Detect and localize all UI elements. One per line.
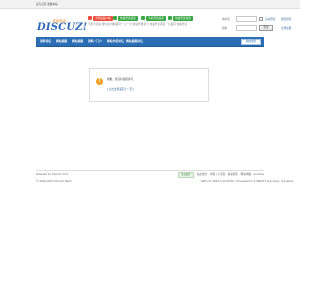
stats-badge[interactable]: 站长统计 [178,172,194,178]
remember-checkbox[interactable] [259,17,263,21]
remember-label: 自动登录 [265,18,276,21]
quicklink-1[interactable]: 手机版客户端 手机手机版 微信客户端 [88,16,115,26]
qrcode-icon [168,16,172,20]
login-password-row: 密码 登录 立即注册 [222,25,298,32]
main-nav: 资料论坛 网站视频 网站视频 资料／门户 网站作者论坛 网站视频论坛 站内搜索 [36,37,264,47]
quicklink-2-sub: 扫描同一 扫一扫 快速登录 [113,23,144,26]
quicklink-3-tag: 手机登录通道 [146,16,166,21]
nav-item-4[interactable]: 资料／门户 [88,39,102,43]
password-input[interactable] [236,25,257,31]
back-link[interactable]: [ 点击这里返回上一页 ] [107,88,134,91]
quicklink-4[interactable]: 快速登录通道 扫描同 快速登录 [168,16,193,26]
site-logo[interactable]: 北京站点 DISCUZ! [36,14,87,36]
quicklink-1-sub: 手机手机版 微信客户端 [88,23,115,26]
quicklink-4-sub: 扫描同 快速登录 [168,23,187,26]
footer-time: GMT+8, 2024-3-12 08:10 , Processed in 0.… [201,180,295,183]
quicklink-2-tag: 快速登录通道 [118,16,138,21]
footer-copyright: © 2001-2017 Discuz! Team. [36,180,73,183]
notice-message: 抱歉，您没有权限访问 [107,78,133,81]
mobile-icon [141,16,145,20]
nav-search-button[interactable]: 站内搜索 [241,39,261,45]
topbar-links[interactable]: 设为首页 收藏本站 [36,3,58,6]
login-username-row: 用户名 自动登录 找回密码 [222,16,298,23]
quicklink-3[interactable]: 手机登录通道 手机号 快速登录通道 [141,16,166,26]
password-label: 密码 [222,27,228,30]
quicklink-2[interactable]: 快速登录通道 扫描同一 扫一扫 快速登录 [113,16,143,26]
wechat-icon [113,16,117,20]
phone-icon [88,16,92,20]
quicklink-4-tag: 快速登录通道 [173,16,193,21]
logo-text: DISCUZ! [37,22,88,33]
top-bar: 设为首页 收藏本站 [0,0,300,9]
forgot-password-link[interactable]: 找回密码 [281,18,291,21]
warning-icon: ! [96,78,103,85]
notice-box: ! 抱歉，您没有权限访问 [ 点击这里返回上一页 ] [89,68,209,102]
nav-item-6[interactable]: 网站视频论坛 [126,39,143,43]
quicklink-3-sub: 手机号 快速登录通道 [141,23,166,26]
nav-item-3[interactable]: 网站视频 [72,39,83,43]
login-button[interactable]: 登录 [259,25,273,31]
nav-item-1[interactable]: 资料论坛 [40,39,51,43]
footer-powered[interactable]: Powered by Discuz! X3.4 [36,173,68,176]
username-input[interactable] [236,16,257,22]
nav-item-2[interactable]: 网站视频 [56,39,67,43]
register-link[interactable]: 立即注册 [281,27,291,30]
quicklink-1-tag: 手机版客户端 [93,16,113,21]
footer-links[interactable]: 站点统计 · 举报 | 小黑屋 · 联系我们 · 网站地图 · Archiver [197,173,264,176]
username-label: 用户名 [222,18,230,21]
nav-item-5[interactable]: 网站作者论坛 [107,39,124,43]
footer-divider [36,170,264,171]
